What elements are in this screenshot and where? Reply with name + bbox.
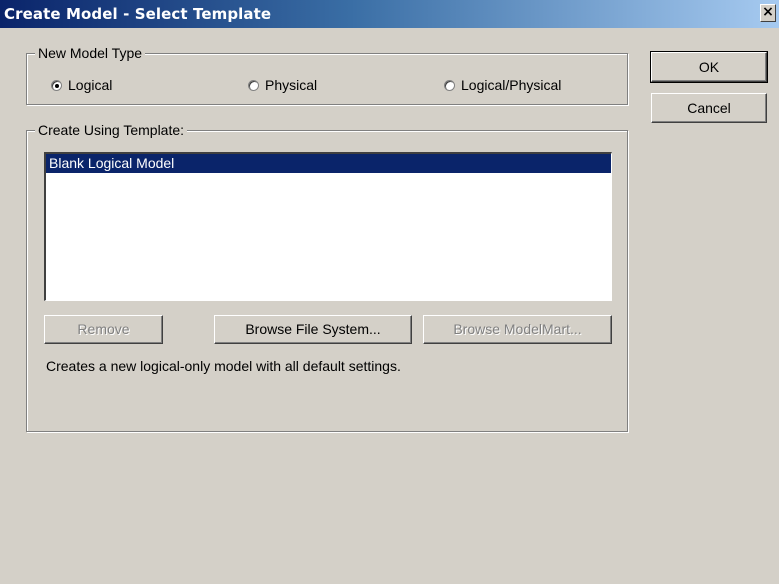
template-description: Creates a new logical-only model with al… bbox=[46, 358, 401, 374]
ok-button[interactable]: OK bbox=[650, 51, 768, 83]
radio-logical[interactable]: Logical bbox=[51, 77, 112, 93]
radio-checked-icon bbox=[51, 79, 62, 91]
model-type-legend: New Model Type bbox=[35, 45, 146, 61]
close-icon: × bbox=[762, 4, 774, 20]
radio-unchecked-icon bbox=[444, 79, 455, 91]
title-bar[interactable]: Create Model - Select Template × bbox=[0, 0, 779, 28]
window-title: Create Model - Select Template bbox=[4, 5, 272, 23]
browse-modelmart-button[interactable]: Browse ModelMart... bbox=[423, 315, 612, 344]
radio-physical[interactable]: Physical bbox=[248, 77, 317, 93]
create-model-dialog: Create Model - Select Template × New Mod… bbox=[0, 0, 779, 584]
template-legend: Create Using Template: bbox=[35, 122, 188, 138]
radio-logical-label: Logical bbox=[68, 77, 113, 93]
radio-logical-physical[interactable]: Logical/Physical bbox=[444, 77, 561, 93]
list-item[interactable]: Blank Logical Model bbox=[46, 154, 611, 173]
close-button[interactable]: × bbox=[760, 4, 776, 22]
remove-button[interactable]: Remove bbox=[44, 315, 163, 344]
radio-physical-label: Physical bbox=[265, 77, 318, 93]
radio-unchecked-icon bbox=[248, 79, 259, 91]
radio-logical-physical-label: Logical/Physical bbox=[461, 77, 562, 93]
cancel-button[interactable]: Cancel bbox=[651, 93, 767, 123]
template-list[interactable]: Blank Logical Model bbox=[44, 152, 612, 301]
browse-file-system-button[interactable]: Browse File System... bbox=[214, 315, 412, 344]
